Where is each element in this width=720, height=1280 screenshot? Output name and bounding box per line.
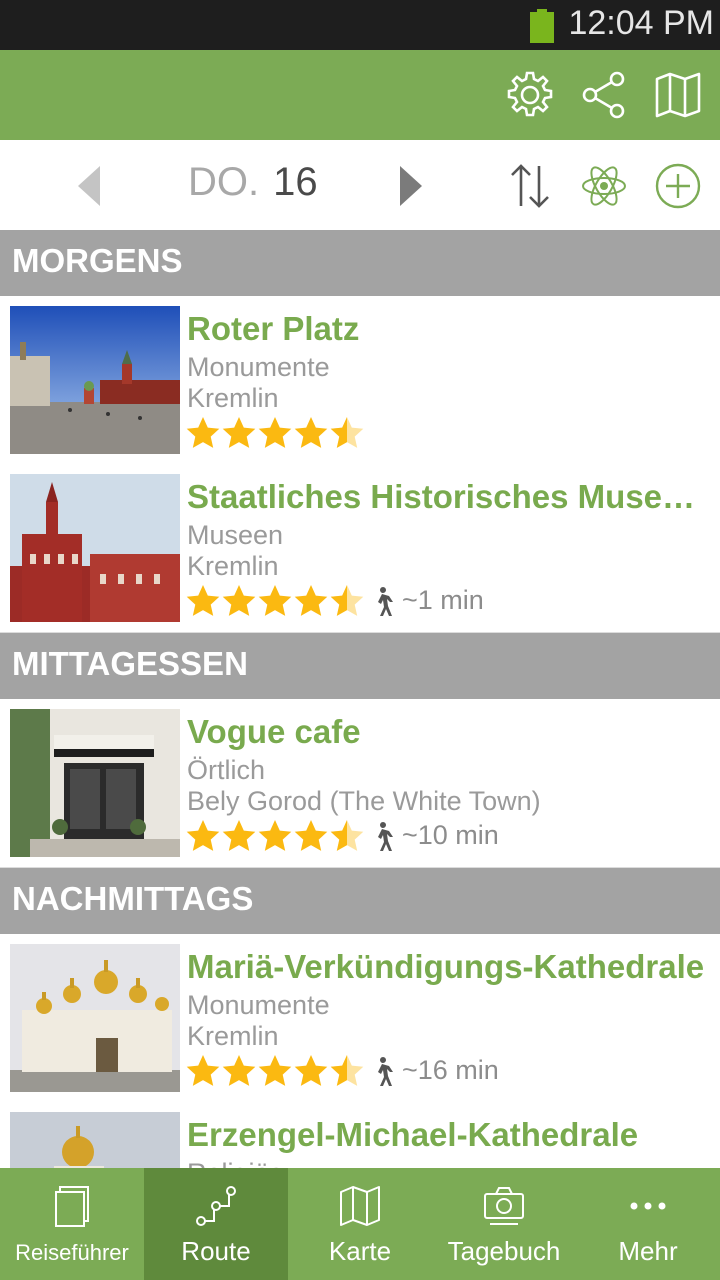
date-navigation-bar: DO. 16 (0, 140, 720, 230)
list-item[interactable]: Vogue cafe Örtlich Bely Gorod (The White… (0, 699, 720, 868)
place-title: Erzengel-Michael-Kathedrale (187, 1116, 639, 1153)
tab-karte[interactable]: Karte (288, 1168, 432, 1280)
place-title: Vogue cafe (187, 713, 361, 750)
place-category: Monumente (187, 990, 330, 1020)
walking-time: ~10 min (402, 820, 499, 850)
place-thumbnail (10, 306, 180, 454)
next-day-arrow-icon[interactable] (396, 164, 426, 208)
place-category: Museen (187, 520, 284, 550)
walking-time: ~16 min (402, 1055, 499, 1085)
place-location: Kremlin (187, 551, 279, 581)
status-time: 12:04 PM (568, 4, 714, 42)
rating-stars-icon (186, 417, 364, 448)
settings-icon[interactable] (503, 68, 557, 122)
place-thumbnail (10, 474, 180, 622)
walking-person-icon (378, 587, 393, 616)
place-location: Kremlin (187, 1021, 279, 1051)
place-location: Bely Gorod (The White Town) (187, 786, 541, 816)
place-title: Mariä-Verkündigungs-Kathedrale (187, 948, 705, 985)
section-title: MORGENS (12, 242, 183, 279)
list-item[interactable]: Mariä-Verkündigungs-Kathedrale Monumente… (0, 934, 720, 1103)
more-icon (630, 1202, 666, 1210)
place-category: Monumente (187, 352, 330, 382)
guidebook-icon (55, 1186, 89, 1227)
map-icon (340, 1186, 380, 1226)
atom-icon[interactable] (580, 162, 628, 210)
rating-stars-icon (186, 585, 364, 616)
list-item[interactable]: Roter Platz Monumente Kremlin (0, 296, 720, 465)
tab-label: Karte (328, 1236, 392, 1266)
map-icon[interactable] (651, 68, 705, 122)
walking-person-icon (378, 822, 393, 851)
tab-route[interactable]: Route (144, 1168, 288, 1280)
walking-person-icon (378, 1057, 393, 1086)
place-thumbnail (10, 944, 180, 1092)
tab-label: Route (181, 1236, 251, 1266)
place-title: Staatliches Historisches Museum (187, 478, 707, 515)
tab-label: Mehr (618, 1236, 678, 1266)
section-header-lunch: MITTAGESSEN (0, 633, 720, 699)
route-icon (196, 1186, 236, 1226)
add-icon[interactable] (654, 162, 702, 210)
tab-reisefuehrer[interactable]: Reiseführer (0, 1168, 144, 1280)
action-bar (0, 50, 720, 140)
section-header-afternoon: NACHMITTAGS (0, 868, 720, 934)
share-icon[interactable] (577, 68, 631, 122)
camera-icon (484, 1187, 524, 1225)
date-display: DO. 16 (188, 160, 318, 205)
status-bar: 12:04 PM (0, 0, 720, 50)
place-thumbnail (10, 709, 180, 857)
tab-mehr[interactable]: Mehr (576, 1168, 720, 1280)
place-title: Roter Platz (187, 310, 360, 347)
place-category: Örtlich (187, 755, 266, 785)
rating-stars-icon (186, 820, 364, 851)
tab-tagebuch[interactable]: Tagebuch (432, 1168, 576, 1280)
place-location: Kremlin (187, 383, 279, 413)
tab-label: Reiseführer (15, 1240, 129, 1265)
section-header-morning: MORGENS (0, 230, 720, 296)
rating-stars-icon (186, 1055, 364, 1086)
walking-time: ~1 min (402, 585, 484, 615)
battery-icon (530, 9, 554, 43)
day-number: 16 (273, 160, 318, 204)
bottom-tab-bar: Reiseführer Route Karte Tagebuch Mehr (0, 1168, 720, 1280)
section-title: NACHMITTAGS (12, 880, 254, 917)
day-of-week: DO. (188, 160, 260, 204)
previous-day-arrow-icon[interactable] (74, 164, 104, 208)
sort-icon[interactable] (506, 162, 554, 210)
list-item[interactable]: Staatliches Historisches Museum Museen K… (0, 464, 720, 633)
tab-label: Tagebuch (447, 1236, 561, 1266)
section-title: MITTAGESSEN (12, 645, 248, 682)
